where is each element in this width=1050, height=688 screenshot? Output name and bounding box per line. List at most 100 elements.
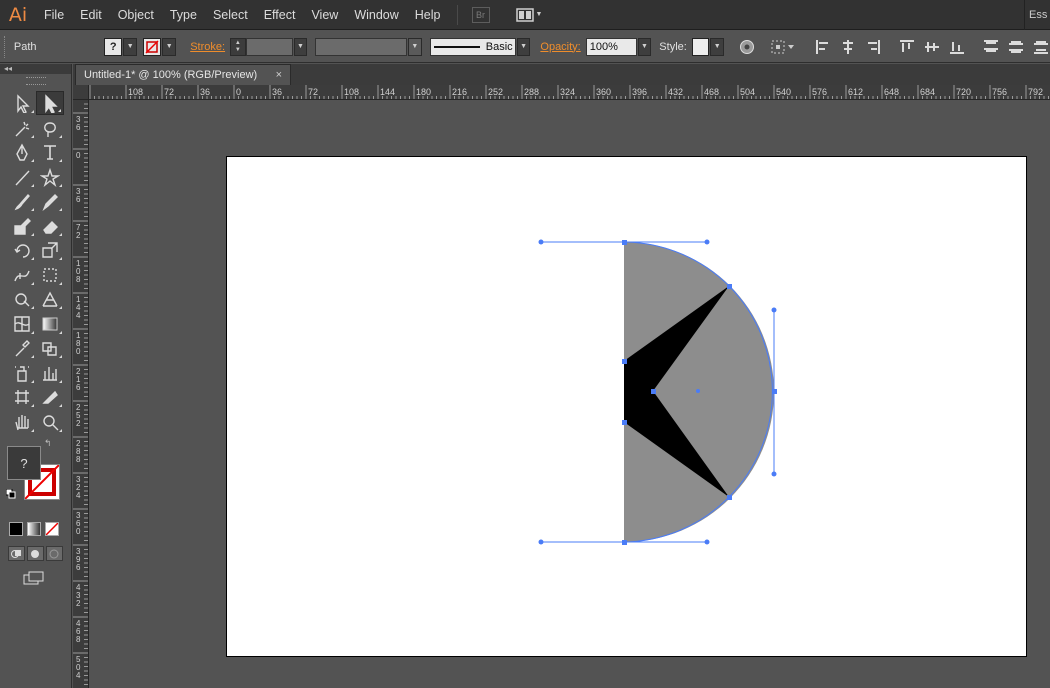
distribute-top-icon [984,39,998,52]
tool-flyout-indicator [31,134,34,138]
pen-tool[interactable] [8,140,36,164]
horizontal-ruler[interactable]: 108 72 36 0 36 72 108 144 180 216 252 288 324 360 396 4… [89,85,1050,100]
line-segment-tool[interactable] [8,165,36,189]
direct-selection-tool[interactable] [36,91,64,115]
menu-view[interactable]: View [303,0,346,30]
brush-dropdown[interactable]: ▼ [516,37,531,56]
draw-normal-button[interactable] [8,546,25,561]
zoom-tool-icon [43,414,59,430]
pencil-tool[interactable] [36,189,64,213]
collapse-panel-button[interactable]: ◂◂ [0,64,71,74]
align-top-button[interactable] [898,38,916,56]
menu-effect[interactable]: Effect [256,0,304,30]
rotate-tool[interactable] [8,238,36,262]
menu-window[interactable]: Window [346,0,406,30]
blob-brush-tool[interactable] [8,214,36,238]
shape-builder-tool-icon [15,293,30,307]
brush-definition[interactable]: Basic [429,37,516,56]
align-bottom-button[interactable] [948,38,966,56]
eraser-tool[interactable] [36,214,64,238]
arrange-documents-icon [515,7,534,22]
stroke-weight-dropdown[interactable]: ▼ [293,37,308,56]
tool-flyout-indicator [31,159,34,162]
close-tab-icon[interactable]: × [276,65,282,85]
bridge-button[interactable]: Br [471,6,490,23]
stroke-dropdown[interactable]: ▼ [162,37,177,56]
type-tool[interactable] [36,140,64,164]
star-tool[interactable] [36,165,64,189]
slice-tool[interactable] [36,385,64,409]
gradient-button[interactable] [27,522,41,536]
artboard-tool[interactable] [8,385,36,409]
graphic-style-dropdown[interactable]: ▼ [710,37,725,56]
ruler-label: 108 [344,87,359,97]
draw-behind-button[interactable] [27,546,44,561]
graphic-style-swatch[interactable] [691,37,710,56]
zoom-tool[interactable] [36,410,64,434]
distribute-vertical-center-button[interactable] [1007,38,1025,56]
reference-point-icon [771,40,795,53]
ruler-origin[interactable] [73,85,89,100]
menu-type[interactable]: Type [162,0,205,30]
panel-grip[interactable] [4,35,8,58]
menu-help[interactable]: Help [407,0,449,30]
free-transform-tool[interactable] [36,263,64,287]
hand-tool[interactable] [8,410,36,434]
mesh-tool-icon [14,315,30,332]
distribute-top-button[interactable] [982,38,1000,56]
align-vertical-center-button[interactable] [923,38,941,56]
align-horizontal-center-button[interactable] [839,38,857,56]
document-tab[interactable]: Untitled-1* @ 100% (RGB/Preview) × [75,64,291,85]
variable-width-dropdown[interactable]: ▼ [408,37,422,56]
fill-swatch[interactable]: ? [104,37,123,56]
paintbrush-tool[interactable] [8,189,36,213]
stroke-weight-spinner[interactable]: ▲ ▼ [230,37,246,56]
stroke-weight-field[interactable] [245,37,293,56]
swap-fill-stroke-icon[interactable]: ↰ [44,438,52,449]
panel-grip[interactable] [26,77,46,85]
tool-flyout-indicator [59,281,62,285]
default-colors-icon[interactable] [5,488,16,499]
column-graph-tool[interactable] [36,361,64,385]
blend-tool[interactable] [36,336,64,360]
symbol-sprayer-tool[interactable] [8,361,36,385]
scale-tool[interactable] [36,238,64,262]
recolor-artwork-button[interactable] [738,38,756,56]
stroke-label[interactable]: Stroke: [190,41,225,53]
change-screen-mode-button[interactable] [0,571,71,588]
opacity-label[interactable]: Opacity: [540,41,580,53]
lasso-tool[interactable] [36,116,64,140]
workspace-switcher[interactable]: Ess [1024,0,1050,30]
selection-tool[interactable] [8,91,36,115]
draw-inside-button[interactable] [46,546,63,561]
fill-color-box[interactable]: ? [7,446,41,480]
gradient-tool[interactable] [36,312,64,336]
eyedropper-tool[interactable] [8,336,36,360]
none-button[interactable] [45,522,59,536]
tool-row [0,238,71,263]
distribute-bottom-button[interactable] [1032,38,1050,56]
menu-file[interactable]: File [36,0,72,30]
menu-select[interactable]: Select [205,0,256,30]
width-tool[interactable] [8,263,36,287]
tool-flyout-indicator [59,134,62,138]
transform-reference-button[interactable] [770,38,797,56]
shape-builder-tool[interactable] [8,287,36,311]
arrange-documents-button[interactable]: ▼ [515,7,542,22]
variable-width-profile[interactable] [315,37,408,56]
opacity-dropdown[interactable]: ▼ [637,37,652,56]
menu-edit[interactable]: Edit [72,0,110,30]
vertical-ruler[interactable]: 3603672108144180216252288324360396432468… [73,85,89,688]
perspective-grid-tool[interactable] [36,287,64,311]
align-right-button[interactable] [864,38,882,56]
magic-wand-tool[interactable] [8,116,36,140]
opacity-field[interactable]: 100% [585,37,637,56]
stroke-swatch[interactable] [143,37,162,56]
canvas[interactable] [89,101,1050,688]
tool-row [0,361,71,386]
fill-dropdown[interactable]: ▼ [123,37,138,56]
color-button[interactable] [9,522,23,536]
align-left-button[interactable] [814,38,832,56]
menu-object[interactable]: Object [110,0,162,30]
mesh-tool[interactable] [8,312,36,336]
